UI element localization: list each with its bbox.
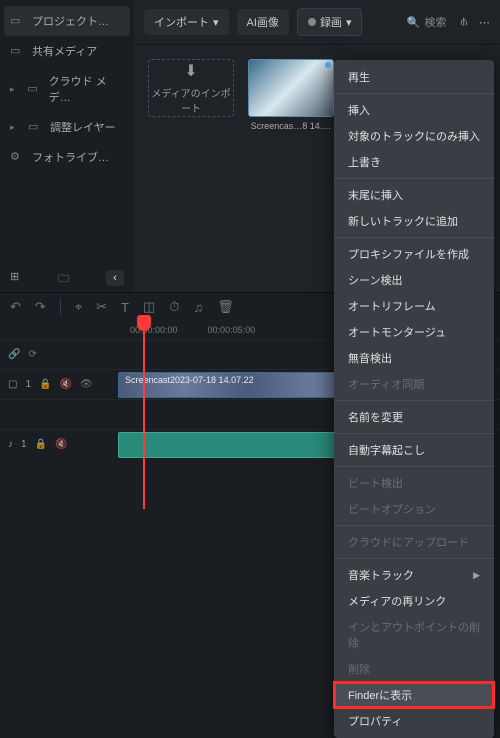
visibility-icon[interactable]: 👁 xyxy=(80,379,93,390)
cut-tool[interactable]: ✂ xyxy=(96,299,107,315)
import-button[interactable]: インポート ▾ xyxy=(144,9,229,35)
ctx-item: 削除 xyxy=(334,656,494,682)
ctx-item[interactable]: 新しいトラックに追加 xyxy=(334,208,494,234)
chevron-down-icon: ▾ xyxy=(346,16,352,29)
chevron-right-icon: ▸ xyxy=(10,84,19,95)
folder-icon: ▭ xyxy=(10,14,24,28)
chevron-right-icon: ▸ xyxy=(10,122,20,133)
ctx-item: インとアウトポイントの削除 xyxy=(334,614,494,656)
sidebar-item-label: プロジェクト… xyxy=(32,13,109,29)
search-input[interactable]: 🔍検索 xyxy=(407,14,447,30)
ctx-item[interactable]: プロパティ xyxy=(334,708,494,734)
ctx-item: ビートオプション xyxy=(334,496,494,522)
playhead[interactable] xyxy=(143,321,145,509)
menu-separator xyxy=(334,433,494,434)
chevron-down-icon: ▾ xyxy=(213,16,219,29)
import-media-card[interactable]: ⬇ メディアのインポート xyxy=(148,59,234,117)
search-icon: 🔍 xyxy=(407,16,421,29)
sidebar-item-shared[interactable]: ▭ 共有メディア xyxy=(0,36,134,66)
mute-icon[interactable]: 🔇 xyxy=(55,439,67,450)
sidebar-item-label: フォトライブ… xyxy=(32,149,109,165)
ai-image-button[interactable]: AI画像 xyxy=(237,9,289,35)
ctx-item: クラウドにアップロード xyxy=(334,529,494,555)
menu-separator xyxy=(334,558,494,559)
menu-separator xyxy=(334,178,494,179)
sidebar-item-label: 共有メディア xyxy=(32,43,97,59)
sidebar-item-cloud[interactable]: ▸ ▭ クラウド メデ… xyxy=(0,66,134,112)
video-icon: ▢ xyxy=(8,379,17,390)
ctx-item[interactable]: 上書き xyxy=(334,149,494,175)
music-tool[interactable]: ♫ xyxy=(193,300,203,315)
sidebar-item-photolib[interactable]: ⚙ フォトライブ… xyxy=(0,142,134,172)
ctx-item[interactable]: 挿入 xyxy=(334,97,494,123)
undo-button[interactable]: ↶ xyxy=(10,299,21,315)
ctx-item[interactable]: 対象のトラックにのみ挿入 xyxy=(334,123,494,149)
ctx-item[interactable]: オートモンタージュ xyxy=(334,319,494,345)
ctx-item[interactable]: オートリフレーム xyxy=(334,293,494,319)
filter-icon[interactable]: ⫛ xyxy=(460,16,467,29)
ctx-item[interactable]: シーン検出 xyxy=(334,267,494,293)
ctx-item[interactable]: メディアの再リンク xyxy=(334,588,494,614)
sidebar: ▭ プロジェクト… ▭ 共有メディア ▸ ▭ クラウド メデ… ▸ ▭ 調整レイ… xyxy=(0,0,134,292)
mute-icon[interactable]: 🔇 xyxy=(59,379,71,390)
text-tool[interactable]: T xyxy=(121,300,129,315)
menu-separator xyxy=(334,93,494,94)
media-toolbar: インポート ▾ AI画像 録画 ▾ 🔍検索 ⫛ ⋯ xyxy=(134,0,500,45)
chevron-right-icon: ▶ xyxy=(473,570,480,581)
sidebar-item-label: クラウド メデ… xyxy=(49,73,124,105)
gear-icon: ⚙ xyxy=(10,150,24,164)
audio-icon: ♪ xyxy=(8,439,13,450)
pointer-tool[interactable]: ⌖ xyxy=(75,299,82,315)
sidebar-item-label: 調整レイヤー xyxy=(50,119,116,135)
ctx-item[interactable]: 自動字幕起こし xyxy=(334,437,494,463)
ctx-item[interactable]: 音楽トラック▶ xyxy=(334,562,494,588)
thumbnail-image xyxy=(248,59,334,117)
sidebar-item-adjust[interactable]: ▸ ▭ 調整レイヤー xyxy=(0,112,134,142)
context-menu: 再生挿入対象のトラックにのみ挿入上書き末尾に挿入新しいトラックに追加プロキシファ… xyxy=(334,60,494,738)
ctx-item[interactable]: 末尾に挿入 xyxy=(334,182,494,208)
speed-tool[interactable]: ⏱ xyxy=(169,299,179,315)
menu-separator xyxy=(334,400,494,401)
download-icon: ⬇ xyxy=(184,61,197,81)
link-icon[interactable]: 🔗 xyxy=(8,349,20,360)
trash-tool[interactable]: 🗑 xyxy=(217,299,234,315)
lock-icon[interactable]: 🔒 xyxy=(35,439,47,450)
record-button[interactable]: 録画 ▾ xyxy=(297,8,363,36)
trash-icon[interactable]: 🗀 xyxy=(58,270,72,284)
folder-icon: ▭ xyxy=(10,44,24,58)
lock-icon[interactable]: 🔒 xyxy=(39,379,51,390)
folder-icon: ▭ xyxy=(28,120,42,134)
crop-tool[interactable]: ◫ xyxy=(143,299,155,315)
menu-separator xyxy=(334,525,494,526)
more-icon[interactable]: ⋯ xyxy=(479,16,490,29)
thumbnail-label: Screencas…8 14.… xyxy=(248,121,334,131)
refresh-icon[interactable]: ⟳ xyxy=(28,349,36,360)
sidebar-item-project[interactable]: ▭ プロジェクト… xyxy=(4,6,130,36)
ctx-item: ビート検出 xyxy=(334,470,494,496)
new-folder-icon[interactable]: ⊞ xyxy=(10,270,24,284)
ctx-item: オーディオ同期 xyxy=(334,371,494,397)
folder-icon: ▭ xyxy=(27,82,40,96)
collapse-sidebar-button[interactable]: ‹ xyxy=(106,270,124,286)
menu-separator xyxy=(334,237,494,238)
ctx-item[interactable]: プロキシファイルを作成 xyxy=(334,241,494,267)
ctx-item[interactable]: Finderに表示 xyxy=(334,682,494,708)
menu-separator xyxy=(334,466,494,467)
ctx-item[interactable]: 名前を変更 xyxy=(334,404,494,430)
redo-button[interactable]: ↷ xyxy=(35,299,46,315)
media-thumbnail[interactable]: Screencas…8 14.… xyxy=(248,59,334,131)
ctx-item[interactable]: 無音検出 xyxy=(334,345,494,371)
ctx-item[interactable]: 再生 xyxy=(334,64,494,90)
record-dot-icon xyxy=(308,18,316,26)
